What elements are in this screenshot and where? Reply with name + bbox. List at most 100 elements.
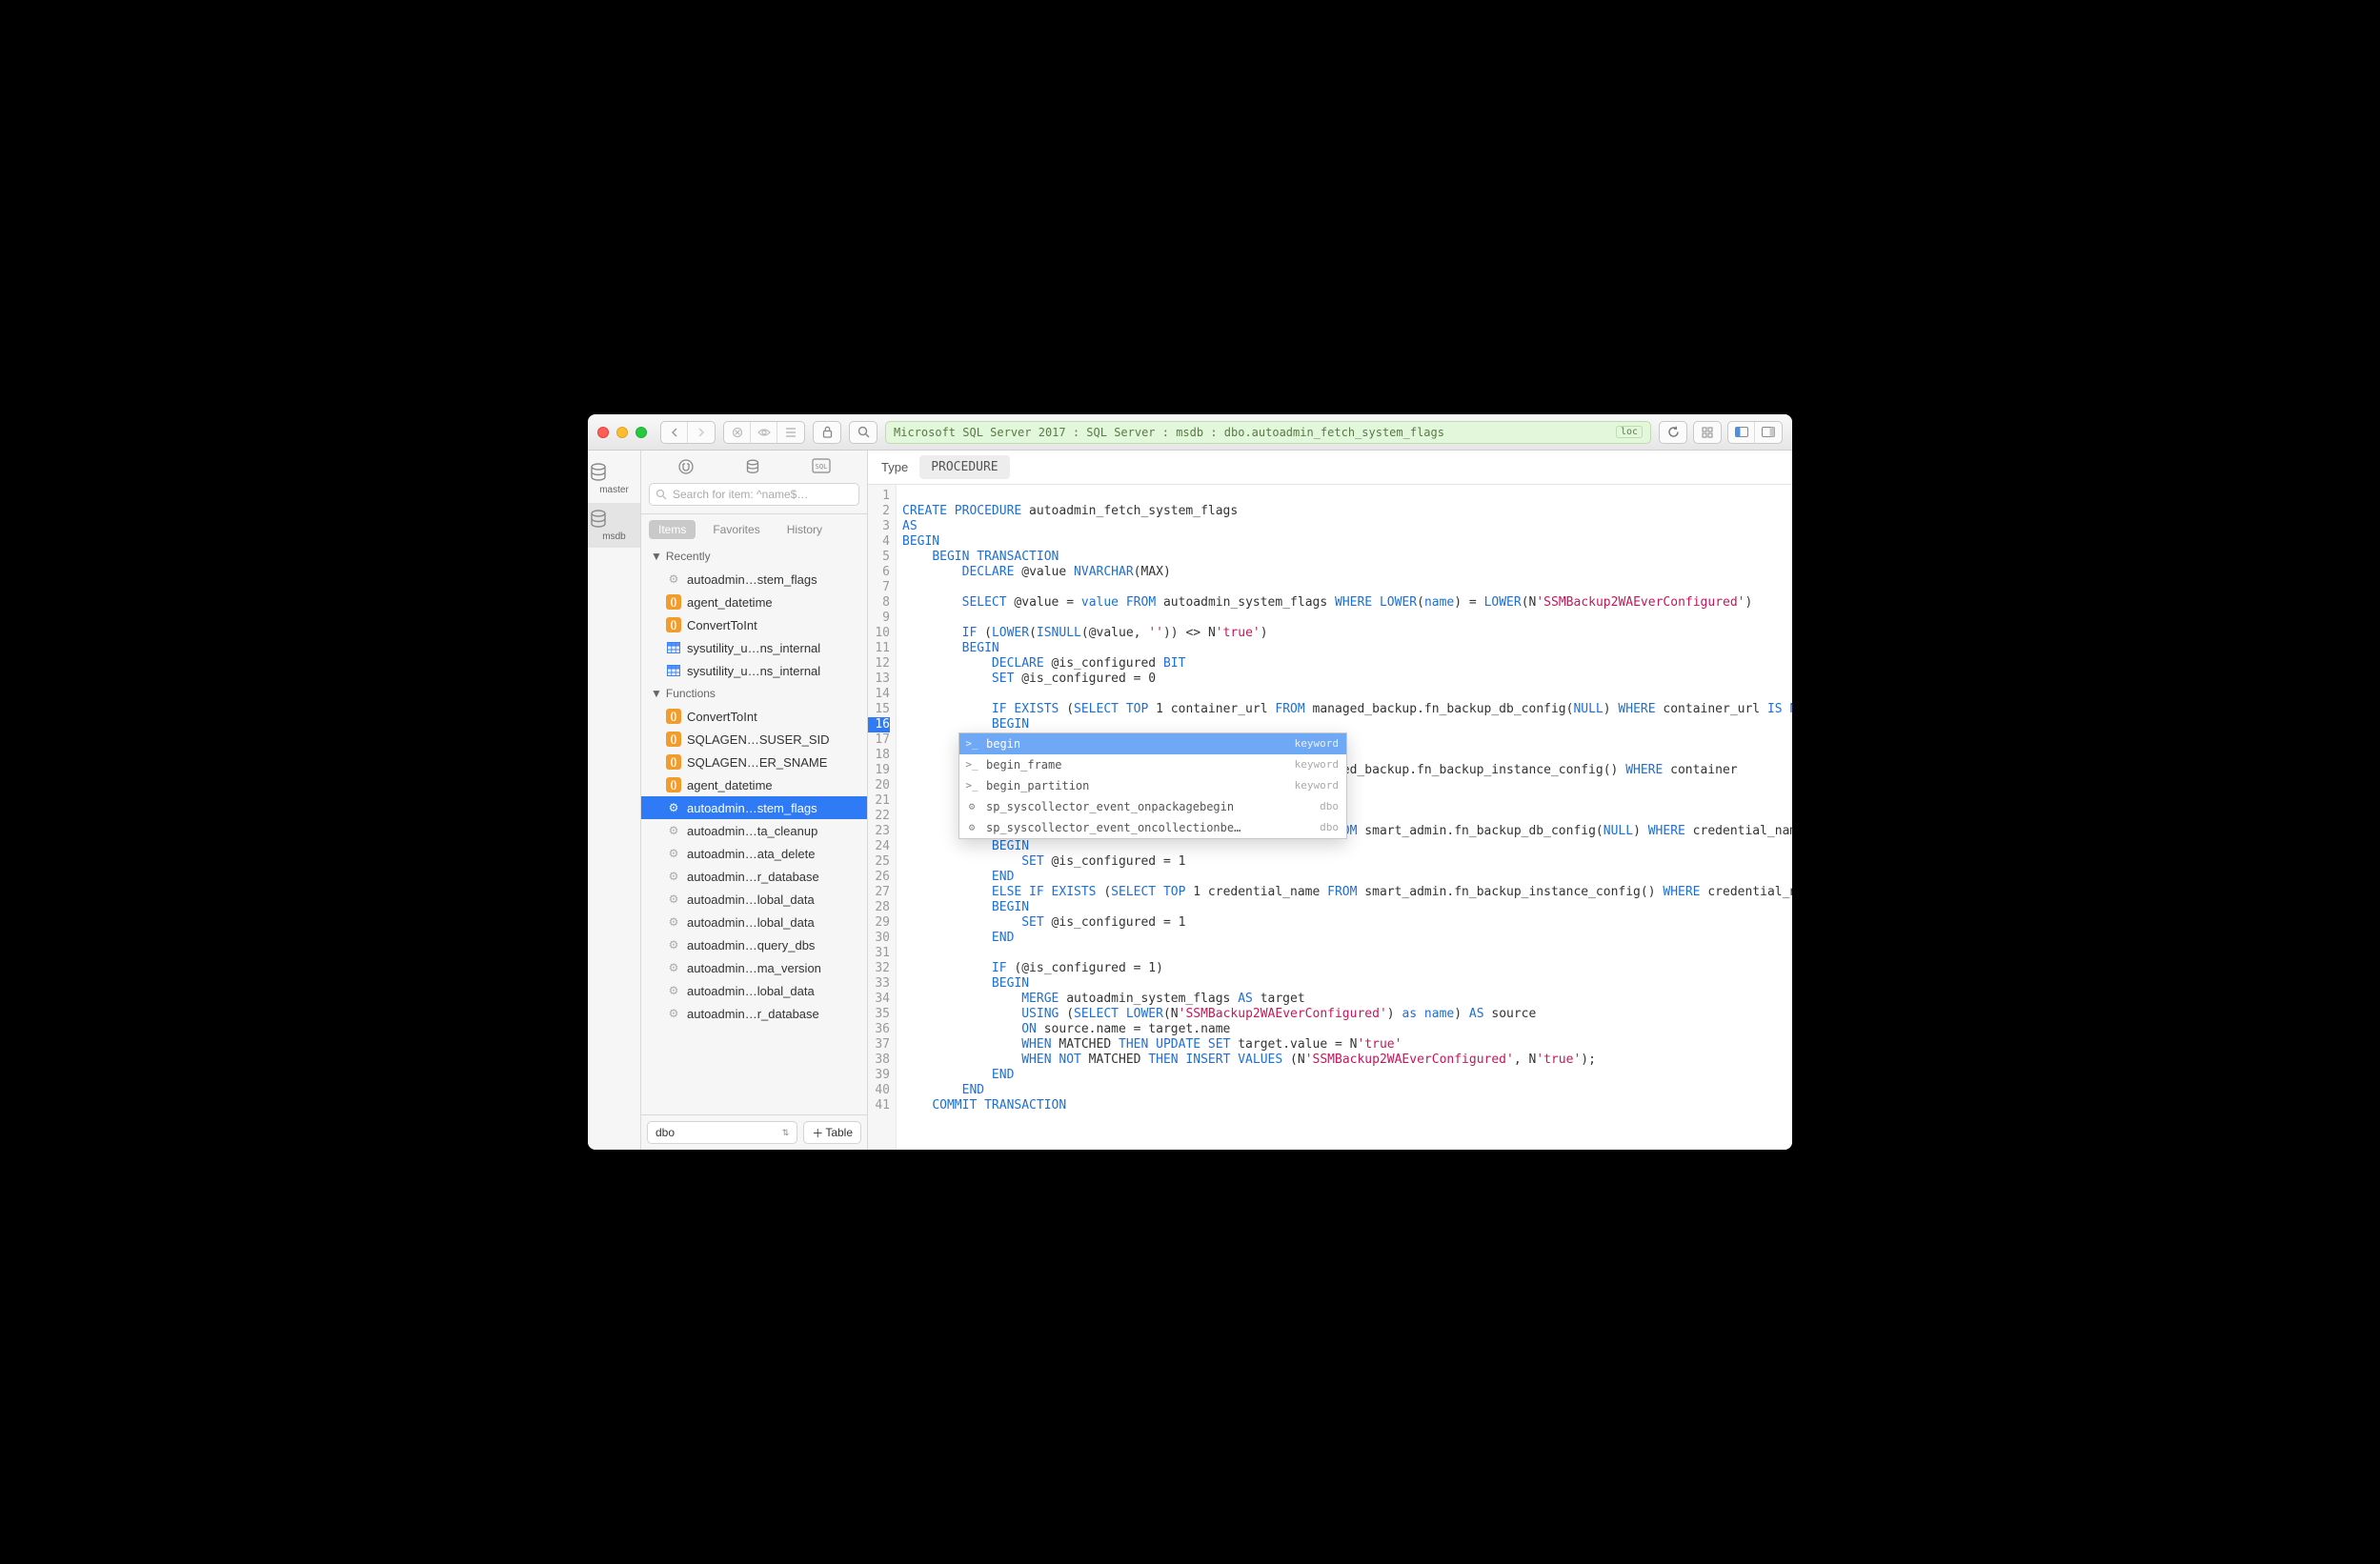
app-window: Microsoft SQL Server 2017 : SQL Server :… — [588, 414, 1792, 1150]
section-label: Functions — [666, 687, 716, 700]
body: master msdb SQL Search for item: ^name$ — [588, 451, 1792, 1150]
plus-icon: ＋ — [812, 1125, 823, 1141]
autocomplete-item[interactable]: >_begin_framekeyword — [959, 754, 1346, 775]
database-icon[interactable] — [744, 458, 761, 475]
tree-item[interactable]: ⚙autoadmin…r_database — [641, 865, 867, 888]
tree-item-label: ConvertToInt — [687, 618, 757, 632]
autocomplete-item[interactable]: >_begin_partitionkeyword — [959, 775, 1346, 796]
sql-icon[interactable]: SQL — [812, 458, 831, 475]
close-icon[interactable] — [597, 427, 609, 438]
tree-item[interactable]: ⚙autoadmin…ma_version — [641, 956, 867, 979]
function-icon: () — [666, 594, 681, 610]
tab-history[interactable]: History — [777, 520, 832, 539]
tree-item-label: agent_datetime — [687, 778, 773, 792]
search-icon — [656, 489, 667, 500]
code-editor[interactable]: 1234567891011121314151617181920212223242… — [868, 485, 1792, 1150]
tree-item[interactable]: ()ConvertToInt — [641, 705, 867, 728]
minimize-icon[interactable] — [616, 427, 628, 438]
tree-item[interactable]: ⚙autoadmin…stem_flags — [641, 796, 867, 819]
section-recently[interactable]: ▼ Recently — [641, 545, 867, 568]
tree-item[interactable]: sysutility_u…ns_internal — [641, 636, 867, 659]
tree-item[interactable]: ⚙autoadmin…lobal_data — [641, 888, 867, 911]
stop-button[interactable] — [724, 422, 751, 443]
breadcrumb-env-tag: loc — [1616, 426, 1643, 438]
sidebar-bottom: dbo ⇅ ＋ Table — [641, 1114, 867, 1150]
chevron-down-icon: ▼ — [651, 687, 662, 700]
autocomplete-label: begin_partition — [986, 778, 1089, 793]
search-button[interactable] — [849, 421, 877, 444]
autocomplete-item[interactable]: ⚙sp_syscollector_event_onpackagebegindbo — [959, 796, 1346, 817]
tab-favorites[interactable]: Favorites — [703, 520, 769, 539]
sidebar-tree[interactable]: ▼ Recently ⚙ autoadmin…stem_flags () agent_… — [641, 545, 867, 1114]
right-panel-toggle[interactable] — [1755, 422, 1782, 443]
section-functions[interactable]: ▼ Functions — [641, 682, 867, 705]
tree-item-label: autoadmin…ta_cleanup — [687, 824, 817, 838]
tree-item[interactable]: () ConvertToInt — [641, 613, 867, 636]
grid-button[interactable] — [1693, 421, 1722, 444]
autocomplete-item[interactable]: >_beginkeyword — [959, 733, 1346, 754]
lock-button[interactable] — [813, 421, 841, 444]
keyword-icon: >_ — [965, 757, 978, 772]
tree-item[interactable]: ⚙autoadmin…lobal_data — [641, 911, 867, 933]
tree-item-label: autoadmin…stem_flags — [687, 801, 817, 815]
right-toolbar — [1659, 421, 1783, 444]
tree-item[interactable]: ⚙autoadmin…ata_delete — [641, 842, 867, 865]
svg-text:SQL: SQL — [815, 463, 827, 471]
tree-item[interactable]: ⚙ autoadmin…ta_cleanup — [641, 819, 867, 842]
gear-icon: ⚙ — [666, 571, 681, 587]
keyword-icon: >_ — [965, 736, 978, 752]
tree-item-label: agent_datetime — [687, 595, 773, 610]
function-icon: () — [666, 709, 681, 724]
sidebar-search[interactable]: Search for item: ^name$… — [649, 483, 859, 506]
add-button-label: Table — [825, 1126, 853, 1139]
window-controls — [597, 427, 647, 438]
line-gutter: 1234567891011121314151617181920212223242… — [868, 485, 897, 1150]
add-table-button[interactable]: ＋ Table — [803, 1121, 861, 1144]
gear-icon: ⚙ — [666, 823, 681, 838]
autocomplete-label: sp_syscollector_event_oncollectionbe… — [986, 820, 1240, 835]
main-header: Type PROCEDURE — [868, 451, 1792, 485]
gear-icon: ⚙ — [666, 937, 681, 952]
database-icon — [588, 462, 640, 483]
tree-item[interactable]: ⚙autoadmin…query_dbs — [641, 933, 867, 956]
tree-item[interactable]: ()SQLAGEN…ER_SNAME — [641, 751, 867, 773]
breadcrumb[interactable]: Microsoft SQL Server 2017 : SQL Server :… — [885, 421, 1651, 444]
list-button[interactable] — [777, 422, 804, 443]
rail-item-master[interactable]: master — [588, 456, 640, 501]
breadcrumb-text: Microsoft SQL Server 2017 : SQL Server :… — [894, 426, 1444, 439]
tree-item[interactable]: ()agent_datetime — [641, 773, 867, 796]
table-icon — [666, 663, 681, 678]
tree-item[interactable]: ⚙autoadmin…r_database — [641, 1002, 867, 1025]
tree-item-label: autoadmin…lobal_data — [687, 892, 815, 907]
tree-item[interactable]: sysutility_u…ns_internal — [641, 659, 867, 682]
panel-toggle-group — [1727, 421, 1783, 444]
function-icon: () — [666, 732, 681, 747]
schema-select[interactable]: dbo ⇅ — [647, 1121, 797, 1144]
autocomplete-kind: dbo — [1320, 820, 1339, 835]
gear-icon: ⚙ — [666, 983, 681, 998]
function-icon: () — [666, 617, 681, 632]
view-group — [723, 421, 805, 444]
rail-item-msdb[interactable]: msdb — [588, 503, 640, 548]
tree-item-label: sysutility_u…ns_internal — [687, 664, 820, 678]
tree-item[interactable]: () agent_datetime — [641, 591, 867, 613]
tree-item[interactable]: ⚙ autoadmin…lobal_data — [641, 979, 867, 1002]
nav-forward-button[interactable] — [688, 422, 715, 443]
database-icon — [588, 509, 640, 530]
zoom-icon[interactable] — [635, 427, 647, 438]
tree-item[interactable]: ⚙ autoadmin…stem_flags — [641, 568, 867, 591]
type-chip[interactable]: PROCEDURE — [919, 455, 1009, 479]
tree-item-label: autoadmin…lobal_data — [687, 984, 815, 998]
refresh-button[interactable] — [1659, 421, 1687, 444]
gear-icon: ⚙ — [965, 820, 978, 835]
nav-back-button[interactable] — [661, 422, 688, 443]
autocomplete-item[interactable]: ⚙ sp_syscollector_event_oncollectionbe… db… — [959, 817, 1346, 838]
sidebar-tabs: Items Favorites History — [641, 514, 867, 545]
connection-icon[interactable] — [677, 458, 695, 475]
nav-back-forward — [660, 421, 716, 444]
tree-item[interactable]: ()SQLAGEN…SUSER_SID — [641, 728, 867, 751]
tab-items[interactable]: Items — [649, 520, 696, 539]
preview-button[interactable] — [751, 422, 777, 443]
left-panel-toggle[interactable] — [1728, 422, 1755, 443]
tree-item-label: autoadmin…stem_flags — [687, 572, 817, 587]
